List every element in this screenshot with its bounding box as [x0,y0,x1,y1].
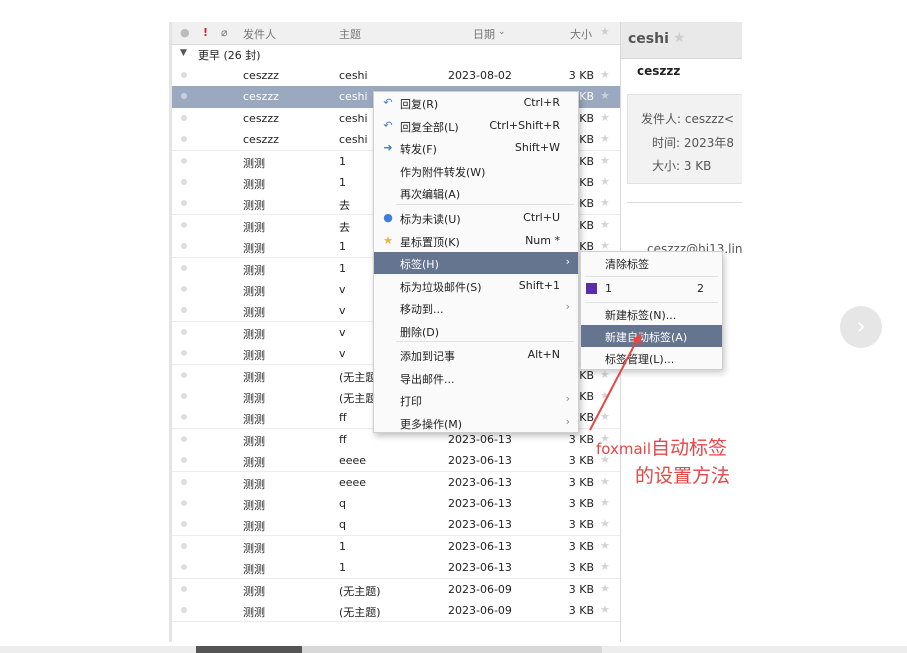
annotation-text-line1: foxmail自动标签 [596,433,727,460]
chevron-right-icon: › [856,312,866,340]
bottom-bar-segment [302,646,602,653]
annotation-cjk: 自动标签 [651,437,728,459]
next-arrow-button[interactable]: › [840,306,882,348]
annotation-latin: foxmail [596,440,652,458]
annotation-text-line2: 的设置方法 [635,465,731,487]
annotation-arrow [589,333,641,431]
bottom-bar-segment [196,646,302,653]
bottom-bar [0,646,907,653]
